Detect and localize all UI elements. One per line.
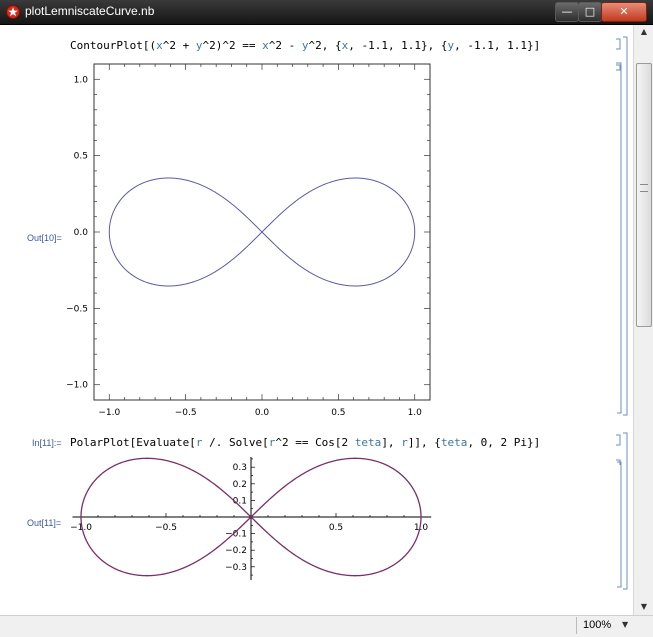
- y-tick-label: 0.3: [233, 463, 247, 473]
- input-label-11: In[11]:=: [32, 438, 62, 448]
- status-bar: 100% ▼: [0, 615, 653, 637]
- contour-plot: −1.0 −0.5 0.0 0.5 1.0 −1.0 −0.5 0.0 0.5 1.0: [66, 63, 431, 418]
- cell-brackets[interactable]: [610, 35, 632, 605]
- y-tick-label: −0.5: [66, 304, 88, 314]
- code2-token: PolarPlot[Evaluate[: [70, 436, 196, 449]
- code2-token: teta: [354, 436, 382, 449]
- code2-token: , 0, 2 Pi}]: [467, 436, 541, 449]
- code2-token: teta: [440, 436, 468, 449]
- x-tick-label: −0.5: [175, 408, 197, 418]
- close-button[interactable]: ✕: [601, 2, 647, 22]
- code2-token: r: [401, 436, 408, 449]
- x-tick-label: 1.0: [414, 523, 429, 533]
- code1-token: , -1.1, 1.1}]: [454, 39, 541, 52]
- x-tick-label: −1.0: [98, 408, 120, 418]
- title-bar[interactable]: plotLemniscateCurve.nb — □ ✕: [0, 0, 653, 25]
- code2-token: /. Solve[: [202, 436, 269, 449]
- code1-token: ContourPlot[(: [70, 39, 157, 52]
- code1-token: ^2 +: [162, 39, 196, 52]
- zoom-level[interactable]: 100%: [576, 617, 621, 634]
- code1-token: ^2)^2 ==: [202, 39, 263, 52]
- x-tick-label: 0.5: [329, 523, 343, 533]
- vertical-scrollbar[interactable]: ▲ ▼: [633, 25, 653, 615]
- code2-token: ^2 == Cos[2: [275, 436, 355, 449]
- x-tick-label: 0.5: [331, 408, 345, 418]
- x-tick-label: 0.0: [255, 408, 270, 418]
- scroll-down-icon[interactable]: ▼: [634, 600, 653, 614]
- contour-lobe-right: [261, 177, 416, 287]
- code2-token: ],: [381, 436, 402, 449]
- code1-token: , -1.1, 1.1}, {: [348, 39, 448, 52]
- code1-token: ^2, {: [308, 39, 342, 52]
- code1-token: x: [156, 39, 163, 52]
- y-tick-label: −0.2: [225, 546, 247, 556]
- y-tick-label: −0.3: [225, 563, 247, 573]
- y-tick-label: 0.2: [233, 480, 247, 490]
- output-label-10: Out[10]=: [27, 233, 62, 243]
- window-title: plotLemniscateCurve.nb: [25, 4, 155, 18]
- scroll-up-icon[interactable]: ▲: [634, 25, 653, 39]
- y-tick-label: 1.0: [74, 75, 89, 85]
- code1-token: ^2 -: [268, 39, 302, 52]
- input-code-polarplot[interactable]: PolarPlot[Evaluate[r /. Solve[r^2 == Cos…: [70, 436, 540, 449]
- y-tick-label: 0.0: [74, 228, 89, 238]
- code1-token: x: [262, 39, 269, 52]
- code2-token: ]], {: [407, 436, 441, 449]
- mathematica-icon: [6, 5, 20, 19]
- output-label-11: Out[11]=: [27, 518, 62, 528]
- input-code-contourplot[interactable]: ContourPlot[(x^2 + y^2)^2 == x^2 - y^2, …: [70, 39, 540, 52]
- y-tick-label: −1.0: [66, 381, 88, 391]
- zoom-dropdown-icon[interactable]: ▼: [622, 620, 628, 629]
- minimize-button[interactable]: —: [555, 2, 579, 22]
- x-tick-label: −0.5: [155, 523, 177, 533]
- maximize-button[interactable]: □: [578, 2, 602, 22]
- y-tick-label: 0.5: [74, 152, 88, 162]
- scroll-thumb[interactable]: [636, 63, 652, 327]
- notebook-content[interactable]: ContourPlot[(x^2 + y^2)^2 == x^2 - y^2, …: [0, 25, 633, 615]
- x-tick-label: 1.0: [408, 408, 423, 418]
- contour-lobe-left: [108, 177, 263, 287]
- polar-plot: −1.0 −0.5 0.5 1.0−0.3−0.2−0.10.10.20.3: [70, 457, 432, 581]
- notebook-window: plotLemniscateCurve.nb — □ ✕ ContourPlot…: [0, 0, 653, 637]
